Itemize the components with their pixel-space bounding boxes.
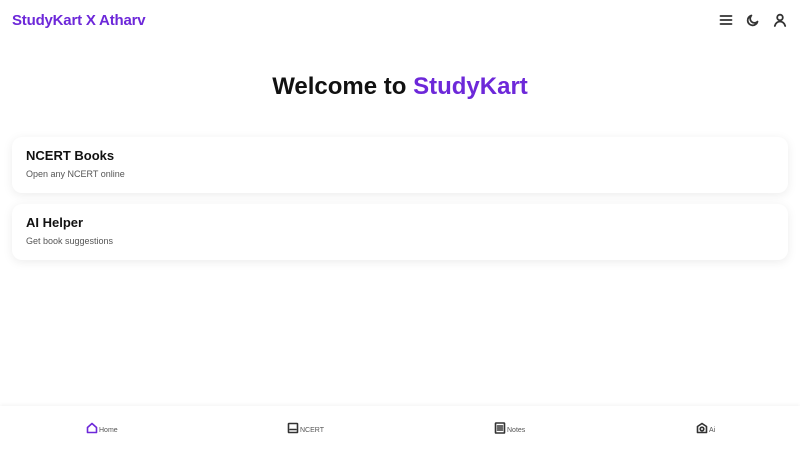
welcome-heading: Welcome to StudyKart [0,73,800,101]
app: StudyKart X Atharv Welcome to StudyKart … [0,0,800,450]
nav-label: NCERT [300,427,324,434]
main-content: Welcome to StudyKart NCERT Books Open an… [0,40,800,406]
card-title: AI Helper [26,215,84,230]
nav-label: Ai [709,427,716,434]
ai-helper-card[interactable]: AI Helper Get book suggestions [12,204,788,260]
header-actions [718,12,788,28]
moon-icon[interactable] [745,12,761,28]
menu-icon[interactable] [718,12,734,28]
nav-ncert[interactable]: NCERT [287,422,324,434]
top-bar: StudyKart X Atharv [0,0,800,40]
nav-home[interactable]: Home [86,422,118,434]
welcome-accent: StudyKart [413,73,528,100]
ncert-books-card[interactable]: NCERT Books Open any NCERT online [12,137,788,193]
nav-label: Home [99,427,118,434]
bottom-nav: Home NCERT Notes Ai [0,406,800,450]
nav-label: Notes [507,427,526,434]
ai-icon [696,422,708,434]
brand-title[interactable]: StudyKart X Atharv [12,12,146,29]
user-icon[interactable] [772,12,788,28]
welcome-prefix: Welcome to [272,73,407,100]
card-title: NCERT Books [26,148,115,163]
home-icon [86,422,98,434]
notes-icon [494,422,506,434]
card-subtitle: Open any NCERT online [26,169,125,179]
book-icon [287,422,299,434]
card-subtitle: Get book suggestions [26,236,114,246]
nav-ai[interactable]: Ai [696,422,715,434]
nav-notes[interactable]: Notes [494,422,525,434]
